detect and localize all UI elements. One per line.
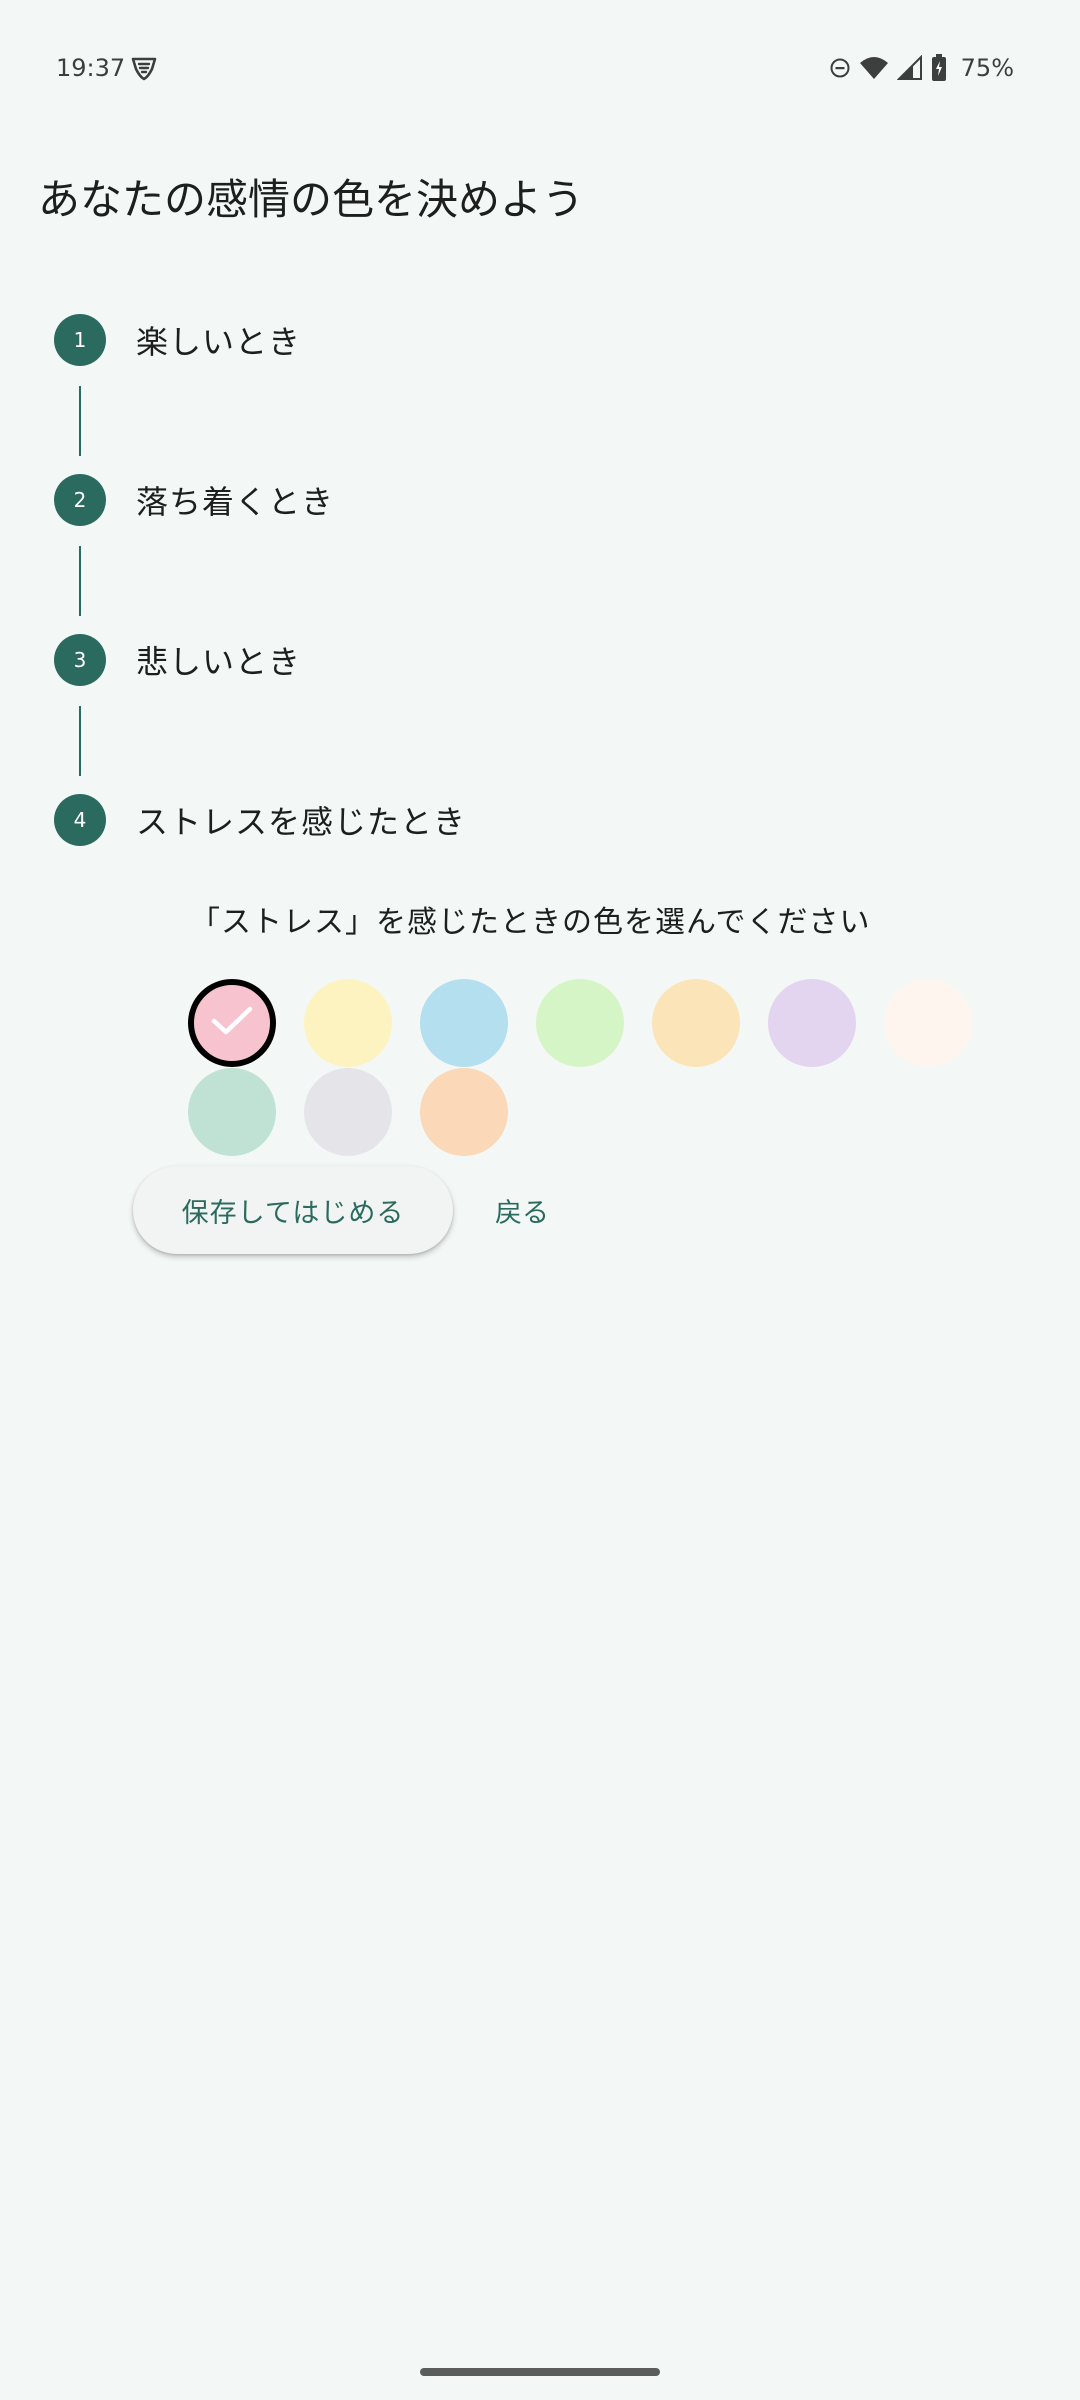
- battery-charging-icon: [931, 54, 947, 82]
- color-swatch[interactable]: [884, 979, 972, 1067]
- color-swatch[interactable]: [420, 979, 508, 1067]
- step-2[interactable]: 2 落ち着くとき: [54, 474, 334, 526]
- step-connector: [79, 546, 81, 616]
- back-button[interactable]: 戻る: [480, 1166, 564, 1254]
- step-number-badge: 2: [54, 474, 106, 526]
- step-connector: [79, 706, 81, 776]
- step-1[interactable]: 1 楽しいとき: [54, 314, 301, 366]
- color-swatch[interactable]: [188, 1068, 276, 1156]
- status-icons: 75%: [829, 50, 1014, 86]
- wifi-icon: [859, 55, 889, 81]
- color-swatch[interactable]: [420, 1068, 508, 1156]
- save-and-start-button[interactable]: 保存してはじめる: [133, 1166, 453, 1254]
- do-not-disturb-icon: [829, 57, 851, 79]
- page-title: あなたの感情の色を決めよう: [38, 175, 585, 224]
- step-label: 悲しいとき: [136, 643, 302, 681]
- color-swatch[interactable]: [768, 979, 856, 1067]
- shield-app-icon: [130, 54, 158, 82]
- step-label: 落ち着くとき: [136, 483, 335, 521]
- status-time: 19:37: [56, 54, 126, 82]
- color-swatch[interactable]: [188, 979, 276, 1067]
- step-connector: [79, 386, 81, 456]
- battery-percentage: 75%: [960, 54, 1014, 82]
- step-3[interactable]: 3 悲しいとき: [54, 634, 301, 686]
- step-label: ストレスを感じたとき: [136, 803, 467, 841]
- home-indicator[interactable]: [420, 2368, 660, 2376]
- check-icon: [210, 1004, 254, 1042]
- color-prompt: 「ストレス」を感じたときの色を選んでください: [190, 905, 871, 940]
- step-number-badge: 3: [54, 634, 106, 686]
- step-4[interactable]: 4 ストレスを感じたとき: [54, 794, 466, 846]
- step-number-badge: 4: [54, 794, 106, 846]
- step-number-badge: 1: [54, 314, 106, 366]
- status-bar: 19:37 75%: [0, 0, 1080, 136]
- step-label: 楽しいとき: [136, 323, 302, 361]
- color-swatch[interactable]: [652, 979, 740, 1067]
- color-swatch[interactable]: [536, 979, 624, 1067]
- color-swatch[interactable]: [304, 979, 392, 1067]
- color-swatch[interactable]: [304, 1068, 392, 1156]
- cell-signal-icon: [896, 55, 923, 81]
